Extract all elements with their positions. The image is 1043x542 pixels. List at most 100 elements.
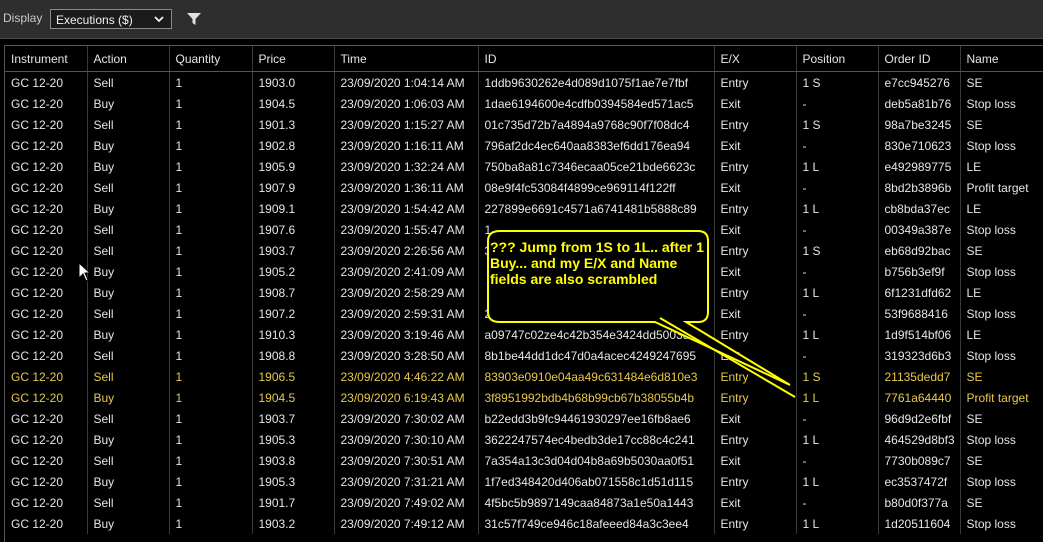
cell-quantity: 1	[169, 282, 253, 303]
cell-price: 1904.5	[252, 387, 335, 408]
cell-order-id: 00349a387e	[878, 219, 961, 240]
cell-quantity: 1	[169, 387, 253, 408]
table-row[interactable]: GC 12-20 Sell 1 1908.8 23/09/2020 3:28:50 AM…	[5, 345, 1043, 366]
cell-instrument: GC 12-20	[5, 282, 88, 303]
column-header-price[interactable]: Price	[252, 46, 335, 72]
cell-time: 23/09/2020 1:36:11 AM	[334, 177, 479, 198]
cell-id: 796af2dc4ec640aa8383ef6dd176ea94	[478, 135, 715, 156]
cell-position: 1 L	[796, 471, 879, 492]
table-row[interactable]: GC 12-20 Sell 1 1906.5 23/09/2020 4:46:22 AM…	[5, 366, 1043, 387]
cell-action: Sell	[87, 71, 170, 93]
cell-quantity: 1	[169, 492, 253, 513]
table-row[interactable]: GC 12-20 Buy 1 1905.9 23/09/2020 1:32:24 AM 7…	[5, 156, 1043, 177]
column-header-id[interactable]: ID	[478, 46, 715, 72]
table-row[interactable]: GC 12-20 Sell 1 1903.0 23/09/2020 1:04:14 AM…	[5, 71, 1043, 93]
cell-name: SE	[960, 71, 1043, 93]
cell-action: Buy	[87, 429, 170, 450]
cell-position: 1 L	[796, 282, 879, 303]
cell-id: a09747c02ze4c42b354e3424dd5003d	[478, 324, 715, 345]
cell-id: 2	[478, 303, 715, 324]
table-row[interactable]: GC 12-20 Buy 1 1902.8 23/09/2020 1:16:11 AM 7…	[5, 135, 1043, 156]
cell-quantity: 1	[169, 198, 253, 219]
cell-id: 7a354a13c3d04d04b8a69b5030aa0f51	[478, 450, 715, 471]
cell-time: 23/09/2020 7:30:51 AM	[334, 450, 479, 471]
cell-order-id: eb68d92bac	[878, 240, 961, 261]
table-row[interactable]: GC 12-20 Buy 1 1910.3 23/09/2020 3:19:46 AM a…	[5, 324, 1043, 345]
table-row[interactable]: GC 12-20 Sell 1 1907.6 23/09/2020 1:55:47 AM…	[5, 219, 1043, 240]
cell-price: 1901.3	[252, 114, 335, 135]
cell-action: Sell	[87, 408, 170, 429]
display-dropdown[interactable]: Executions ($)	[50, 9, 172, 29]
column-header-quantity[interactable]: Quantity	[169, 46, 253, 72]
table-row[interactable]: GC 12-20 Buy 1 1903.2 23/09/2020 7:49:12 AM 3…	[5, 513, 1043, 534]
cell-action: Buy	[87, 387, 170, 408]
cell-action: Sell	[87, 303, 170, 324]
table-row[interactable]: GC 12-20 Sell 1 1907.2 23/09/2020 2:59:31 AM…	[5, 303, 1043, 324]
cell-order-id: 464529d8bf3	[878, 429, 961, 450]
column-header-order-id[interactable]: Order ID	[878, 46, 961, 72]
cell-name: LE	[960, 282, 1043, 303]
cell-action: Sell	[87, 492, 170, 513]
cell-time: 23/09/2020 2:59:31 AM	[334, 303, 479, 324]
executions-grid[interactable]: Instrument Action Quantity Price Time ID E/X Po…	[4, 45, 1043, 542]
cell-name: Stop loss	[960, 513, 1043, 534]
cell-id: 3622247574ec4bedb3de17cc88c4c241	[478, 429, 715, 450]
cell-ex: Exit	[714, 93, 797, 114]
cell-quantity: 1	[169, 135, 253, 156]
cell-order-id: 1d9f514bf06	[878, 324, 961, 345]
table-row[interactable]: GC 12-20 Sell 1 1903.7 23/09/2020 7:30:02 AM…	[5, 408, 1043, 429]
cell-action: Sell	[87, 177, 170, 198]
column-header-position[interactable]: Position	[796, 46, 879, 72]
table-row[interactable]: GC 12-20 Sell 1 1903.8 23/09/2020 7:30:51 AM…	[5, 450, 1043, 471]
table-row[interactable]: GC 12-20 Sell 1 1901.7 23/09/2020 7:49:02 AM…	[5, 492, 1043, 513]
cell-action: Buy	[87, 471, 170, 492]
cell-position: -	[796, 408, 879, 429]
cell-id: 31c57f749ce946c18afeeed84a3c3ee4	[478, 513, 715, 534]
cell-id: 8b1be44dd1dc47d0a4acec4249247695	[478, 345, 715, 366]
cell-ex: Entry	[714, 240, 797, 261]
cell-time: 23/09/2020 7:30:10 AM	[334, 429, 479, 450]
cell-ex: Entry	[714, 387, 797, 408]
cell-name: Profit target	[960, 177, 1043, 198]
table-row[interactable]: GC 12-20 Buy 1 1909.1 23/09/2020 1:54:42 AM 2…	[5, 198, 1043, 219]
cell-instrument: GC 12-20	[5, 240, 88, 261]
cell-quantity: 1	[169, 261, 253, 282]
cell-quantity: 1	[169, 177, 253, 198]
column-header-action[interactable]: Action	[87, 46, 170, 72]
column-header-time[interactable]: Time	[334, 46, 479, 72]
cell-ex: Entry	[714, 282, 797, 303]
column-header-ex[interactable]: E/X	[714, 46, 797, 72]
table-row[interactable]: GC 12-20 Buy 1 1905.3 23/09/2020 7:30:10 AM 3…	[5, 429, 1043, 450]
table-row[interactable]: GC 12-20 Sell 1 1901.3 23/09/2020 1:15:27 AM…	[5, 114, 1043, 135]
cell-name: SE	[960, 240, 1043, 261]
cell-ex: Entry	[714, 429, 797, 450]
cell-instrument: GC 12-20	[5, 114, 88, 135]
cell-time: 23/09/2020 3:19:46 AM	[334, 324, 479, 345]
cell-price: 1907.9	[252, 177, 335, 198]
column-header-name[interactable]: Name	[960, 46, 1043, 72]
cell-name: Stop loss	[960, 471, 1043, 492]
table-row[interactable]: GC 12-20 Sell 1 1907.9 23/09/2020 1:36:11 AM…	[5, 177, 1043, 198]
cell-price: 1902.8	[252, 135, 335, 156]
column-header-instrument[interactable]: Instrument	[5, 46, 88, 72]
cell-instrument: GC 12-20	[5, 450, 88, 471]
table-row[interactable]: GC 12-20 Buy 1 1905.3 23/09/2020 7:31:21 AM 1…	[5, 471, 1043, 492]
cell-order-id: 6f1231dfd62	[878, 282, 961, 303]
cell-quantity: 1	[169, 156, 253, 177]
table-row[interactable]: GC 12-20 Buy 1 1904.5 23/09/2020 6:19:43 AM 3…	[5, 387, 1043, 408]
cell-action: Buy	[87, 261, 170, 282]
cell-instrument: GC 12-20	[5, 387, 88, 408]
cell-id: 83903e0910e04aa49c631484e6d810e3	[478, 366, 715, 387]
cell-quantity: 1	[169, 71, 253, 93]
cell-name: Stop loss	[960, 303, 1043, 324]
cell-name: SE	[960, 366, 1043, 387]
table-body: GC 12-20 Sell 1 1903.0 23/09/2020 1:04:14 AM…	[5, 71, 1043, 534]
table-row[interactable]: GC 12-20 Buy 1 1904.5 23/09/2020 1:06:03 AM 1…	[5, 93, 1043, 114]
cell-instrument: GC 12-20	[5, 177, 88, 198]
cell-order-id: 7761a64440	[878, 387, 961, 408]
cell-time: 23/09/2020 3:28:50 AM	[334, 345, 479, 366]
cell-position: 1 L	[796, 513, 879, 534]
filter-icon[interactable]	[186, 11, 202, 27]
callout-text: ??? Jump from 1S to 1L.. after 1 Buy... …	[490, 239, 704, 287]
cell-action: Buy	[87, 93, 170, 114]
